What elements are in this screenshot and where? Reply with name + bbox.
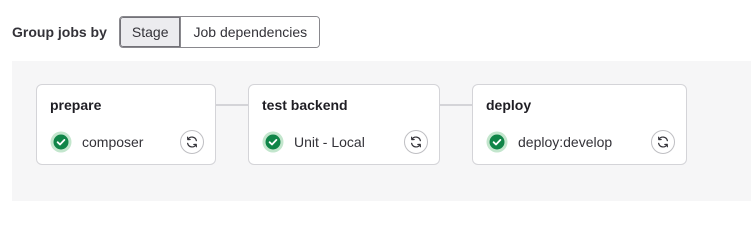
job-item-unit-local[interactable]: Unit - Local xyxy=(249,130,439,154)
retry-icon xyxy=(187,136,197,148)
stage-title: prepare xyxy=(50,97,102,113)
job-name[interactable]: composer xyxy=(82,134,143,150)
job-item-composer[interactable]: composer xyxy=(37,130,215,154)
retry-icon xyxy=(411,136,421,148)
retry-job-button[interactable] xyxy=(651,130,675,154)
retry-icon xyxy=(658,136,668,148)
group-by-stage-button[interactable]: Stage xyxy=(119,17,181,47)
stage-connector xyxy=(439,104,472,106)
job-name[interactable]: deploy:develop xyxy=(518,134,612,150)
check-circle-icon xyxy=(262,131,284,153)
stage-column-deploy: deploy deploy:develop xyxy=(472,84,687,165)
retry-job-button[interactable] xyxy=(404,130,428,154)
job-item-deploy-develop[interactable]: deploy:develop xyxy=(473,130,686,154)
stage-column-prepare: prepare composer xyxy=(36,84,216,165)
stage-connector xyxy=(215,104,248,106)
stage-title: deploy xyxy=(486,97,532,113)
check-circle-icon xyxy=(486,131,508,153)
retry-job-button[interactable] xyxy=(180,130,204,154)
group-jobs-by-control: Group jobs by Stage Job dependencies xyxy=(12,16,321,48)
group-jobs-by-label: Group jobs by xyxy=(12,24,107,40)
pipeline-graph: prepare composer test backend Unit - Loc… xyxy=(12,61,751,201)
check-circle-icon xyxy=(50,131,72,153)
stage-title: test backend xyxy=(262,97,348,113)
job-name[interactable]: Unit - Local xyxy=(294,134,365,150)
stage-column-test-backend: test backend Unit - Local xyxy=(248,84,440,165)
group-by-job-dependencies-button[interactable]: Job dependencies xyxy=(180,17,320,47)
grouping-segmented-control: Stage Job dependencies xyxy=(118,16,321,48)
